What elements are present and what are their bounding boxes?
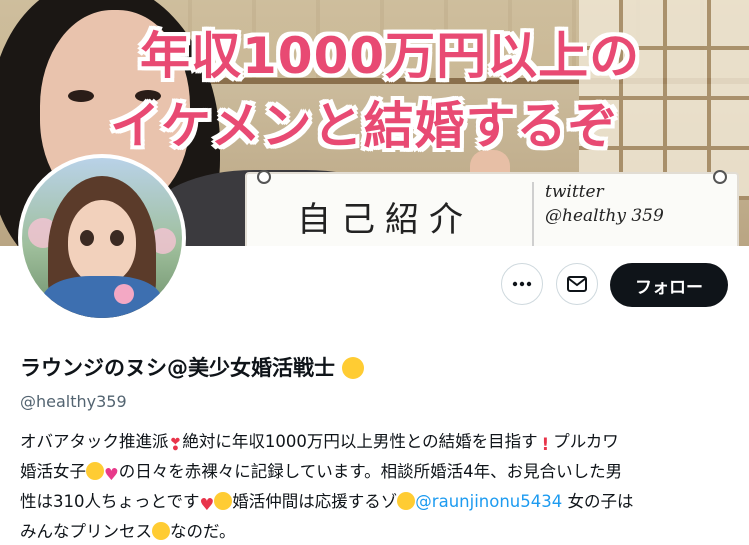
bio-text: 婚活女子 <box>20 462 86 481</box>
avatar-eye-left <box>80 230 94 246</box>
bio-text: オバアタック推進派 <box>20 432 169 451</box>
winking-face-icon <box>214 492 233 510</box>
avatar-flower <box>114 284 134 304</box>
bio-text: なのだ。 <box>170 522 236 541</box>
board-handle-right <box>713 170 727 184</box>
avatar-face <box>68 200 136 284</box>
bio-text: 婚活仲間は応援するゾ <box>232 492 398 511</box>
board-divider <box>532 182 534 246</box>
board-title: 自己紹介 <box>297 200 473 240</box>
avatar-eye-right <box>110 230 124 246</box>
heart-icon: ♥ <box>199 495 215 514</box>
bio-text: の日々を赤裸々に記録しています。相談所婚活4年、お見合いした男 <box>118 462 623 481</box>
more-button[interactable] <box>501 263 543 305</box>
bio-text: みんなプリンセス <box>20 522 152 541</box>
avatar-illustration <box>22 158 182 318</box>
bio-text: 性は310人ちょっとです <box>20 492 200 511</box>
profile-bio: オバアタック推進派❣絶対に年収1000万円以上男性との結婚を目指す! プルカワ 婚… <box>20 428 740 545</box>
follow-button[interactable]: フォロー <box>610 263 728 307</box>
more-horizontal-icon <box>512 281 532 287</box>
banner-caption-line1: 年収1000万円以上の <box>140 27 641 85</box>
exclamation-icon: ! <box>541 435 550 454</box>
exclamation-heart-icon: ❣ <box>168 435 183 454</box>
board-note-line2: @healthy 359 <box>545 206 664 226</box>
bio-text: 女の子は <box>562 492 634 511</box>
bio-line-1: オバアタック推進派❣絶対に年収1000万円以上男性との結婚を目指す! プルカワ <box>20 428 740 458</box>
display-name: ラウンジのヌシ@美少女婚活戦士 <box>20 354 365 382</box>
envelope-icon <box>567 276 587 292</box>
profile-handle: @healthy359 <box>20 392 127 411</box>
princess-face-icon <box>86 462 104 480</box>
board-handle-left <box>257 170 271 184</box>
message-button[interactable] <box>556 263 598 305</box>
board-note-line1: twitter <box>545 182 604 202</box>
bio-text: 絶対に年収1000万円以上男性との結婚を目指す <box>182 432 538 451</box>
bio-line-3: 性は310人ちょっとです♥ 婚活仲間は応援するゾ @raunjinonu5434 女… <box>20 488 740 518</box>
bio-line-4: みんなプリンセス なのだ。 <box>20 518 740 545</box>
banner-caption-line2: イケメンと結婚するぞ <box>110 97 619 155</box>
display-name-text: ラウンジのヌシ@美少女婚活戦士 <box>20 356 335 380</box>
banner-eye-left <box>68 90 94 102</box>
mention-link[interactable]: @raunjinonu5434 <box>415 492 562 511</box>
banner-whiteboard: 自己紹介 twitter @healthy 359 <box>245 170 739 246</box>
profile-avatar[interactable] <box>18 154 186 322</box>
grinning-face-icon <box>397 492 416 510</box>
two-hearts-icon: ♥ <box>104 465 119 484</box>
bio-line-2: 婚活女子 ♥の日々を赤裸々に記録しています。相談所婚活4年、お見合いした男 <box>20 458 740 488</box>
kissing-face-icon <box>342 357 365 379</box>
board-note: twitter @healthy 359 <box>545 180 664 228</box>
princess-face-icon <box>152 522 170 540</box>
bio-text: プルカワ <box>553 432 619 451</box>
avatar-kimono <box>42 276 162 318</box>
